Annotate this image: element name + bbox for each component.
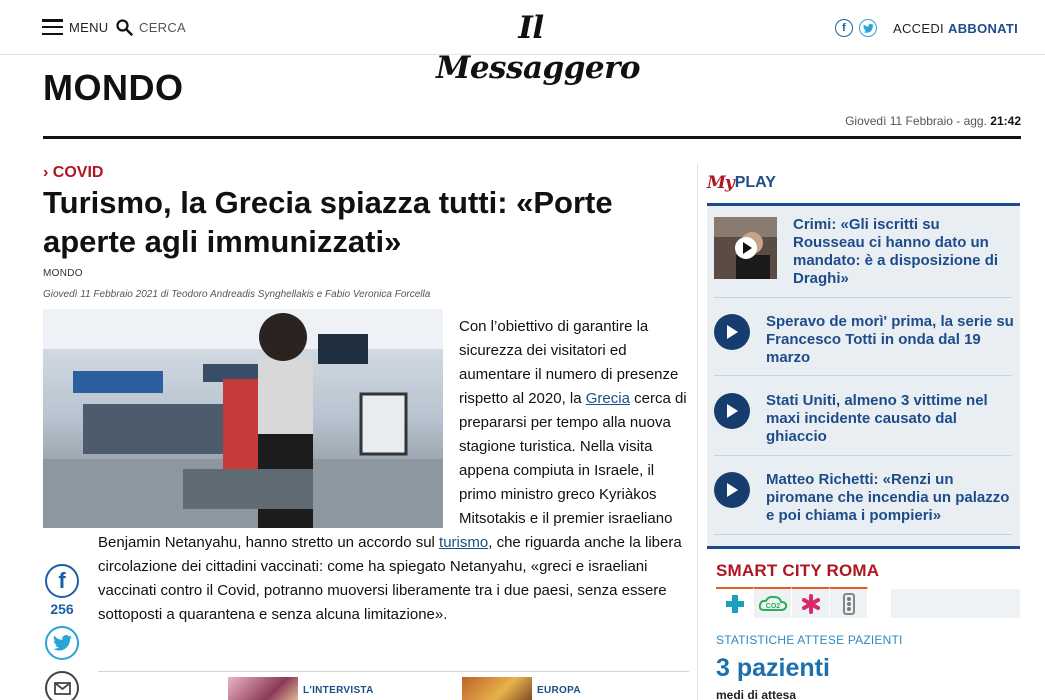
video-item-4[interactable]: Matteo Richetti: «Renzi un piromane che … — [707, 456, 1020, 536]
search-label: CERCA — [139, 20, 187, 35]
article-hero-image[interactable] — [43, 309, 443, 528]
share-email-icon[interactable] — [45, 671, 79, 700]
related-divider — [98, 671, 689, 672]
stat-subtitle: medi di attesa — [716, 688, 797, 700]
smart-city-tabs: CO2 — [716, 587, 868, 618]
video-separator — [714, 534, 1012, 535]
video-title-2[interactable]: Speravo de morì' prima, la serie su Fran… — [766, 313, 1014, 367]
tab-co2[interactable]: CO2 — [754, 587, 792, 618]
tab-traffic[interactable] — [830, 587, 868, 618]
video-title-1[interactable]: Crimi: «Gli iscritti su Rousseau ci hann… — [793, 216, 1013, 288]
myplay-logo: My — [707, 173, 735, 193]
related-thumbnail-2[interactable] — [462, 677, 532, 700]
play-icon[interactable] — [714, 314, 750, 350]
hamburger-icon — [42, 19, 63, 35]
share-twitter-icon[interactable] — [45, 626, 79, 660]
tab-pollen[interactable] — [792, 587, 830, 618]
related-thumbnail-1[interactable] — [228, 677, 298, 700]
article-section-tag[interactable]: MONDO — [43, 268, 83, 279]
link-turismo[interactable]: turismo — [439, 534, 488, 551]
search-icon — [116, 19, 133, 36]
play-icon[interactable] — [714, 393, 750, 429]
article-byline: Giovedì 11 Febbraio 2021 di Teodoro Andr… — [43, 289, 431, 300]
video-title-4[interactable]: Matteo Richetti: «Renzi un piromane che … — [766, 471, 1014, 525]
article-headline: Turismo, la Grecia spiazza tutti: «Porte… — [43, 185, 613, 259]
related-label-2[interactable]: EUROPA — [537, 685, 581, 696]
article-body-paragraph-2: Benjamin Netanyahu, hanno stretto un acc… — [98, 531, 698, 627]
menu-label: MENU — [69, 19, 109, 35]
tab-health[interactable] — [716, 587, 754, 618]
section-divider — [43, 136, 1021, 139]
menu-button[interactable]: MENU — [42, 19, 108, 35]
play-icon[interactable] — [714, 472, 750, 508]
video-list-panel: Crimi: «Gli iscritti su Rousseau ci hann… — [707, 203, 1020, 548]
body-text-1b: cerca di prepararsi per tempo alla nuova… — [459, 390, 687, 527]
top-navigation-bar: MENU CERCA Il Messaggero f ACCEDI ABBONA… — [0, 0, 1045, 86]
search-button[interactable]: CERCA — [116, 19, 186, 36]
section-title[interactable]: MONDO — [43, 67, 184, 109]
smart-city-title[interactable]: SMART CITY ROMA — [716, 561, 879, 581]
asterisk-icon — [801, 593, 820, 614]
video-item-3[interactable]: Stati Uniti, almeno 3 vittime nel maxi i… — [707, 376, 1020, 455]
share-count: 256 — [50, 601, 74, 617]
traffic-light-icon — [842, 592, 855, 615]
myplay-header[interactable]: My PLAY — [707, 173, 776, 193]
video-thumbnail-1[interactable] — [714, 217, 777, 279]
dateline-date: Giovedì 11 Febbraio - agg. — [845, 114, 987, 128]
login-link[interactable]: ACCEDI — [893, 21, 944, 36]
share-facebook-icon[interactable]: f — [45, 564, 79, 598]
co2-icon: CO2 — [758, 595, 787, 611]
smart-city-tab-strip — [891, 589, 1020, 618]
video-panel-bottom-border — [707, 546, 1020, 549]
article-body-paragraph-1: Con l’obiettivo di garantire la sicurezz… — [459, 315, 694, 531]
sidebar-divider — [697, 164, 698, 700]
dateline-time: 21:42 — [990, 114, 1021, 128]
subscribe-link[interactable]: ABBONATI — [948, 21, 1018, 36]
article-kicker[interactable]: › COVID — [43, 164, 103, 182]
myplay-label: PLAY — [734, 174, 776, 191]
header-social-links: f — [835, 19, 877, 37]
co2-label: CO2 — [765, 603, 780, 610]
site-logo[interactable]: Il Messaggero — [436, 8, 641, 86]
twitter-icon[interactable] — [859, 19, 877, 37]
body-text-2a: Benjamin Netanyahu, hanno stretto un acc… — [98, 534, 440, 551]
stat-value: 3 pazienti — [716, 654, 830, 682]
health-cross-icon — [725, 594, 744, 613]
related-label-1[interactable]: L'INTERVISTA — [303, 685, 374, 696]
video-item-1[interactable]: Crimi: «Gli iscritti su Rousseau ci hann… — [707, 206, 1020, 298]
video-item-2[interactable]: Speravo de morì' prima, la serie su Fran… — [707, 298, 1020, 376]
stat-label: STATISTICHE ATTESE PAZIENTI — [716, 633, 903, 647]
video-title-3[interactable]: Stati Uniti, almeno 3 vittime nel maxi i… — [766, 392, 1014, 446]
facebook-icon[interactable]: f — [835, 19, 853, 37]
link-grecia[interactable]: Grecia — [586, 390, 630, 407]
update-dateline: Giovedì 11 Febbraio - agg. 21:42 — [845, 114, 1021, 128]
